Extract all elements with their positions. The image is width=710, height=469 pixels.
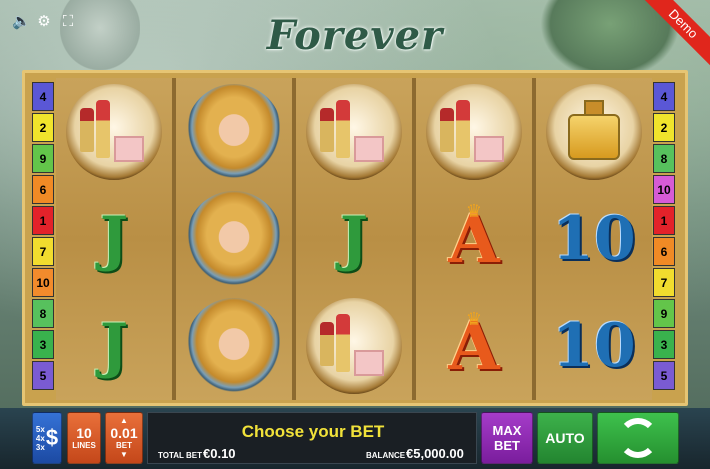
total-bet-label: TOTAL BET — [158, 451, 202, 460]
letter-symbol: J — [296, 185, 412, 292]
payline-number: 2 — [653, 113, 675, 142]
reel: J — [296, 78, 412, 400]
paytable-line: 3x — [35, 442, 45, 452]
payline-number: 8 — [32, 299, 54, 328]
letter-symbol: J — [56, 185, 172, 292]
perfume-symbol — [536, 78, 652, 185]
payline-number: 6 — [32, 175, 54, 204]
payline-number: 2 — [32, 113, 54, 142]
auto-label: AUTO — [545, 430, 585, 446]
payline-number: 6 — [653, 237, 675, 266]
paytable-line: 5x — [35, 424, 45, 434]
symbol-label: 10 — [552, 311, 636, 382]
lines-label: LINES — [72, 441, 96, 450]
reel: ♛ A ♛ A — [416, 78, 532, 400]
speaker-icon[interactable]: 🔈 — [12, 14, 31, 30]
background-statue — [60, 0, 140, 70]
payline-number: 1 — [653, 206, 675, 235]
lipstick-icon — [66, 83, 162, 180]
payline-number: 7 — [32, 237, 54, 266]
lines-button[interactable]: 10 LINES — [67, 412, 101, 464]
payline-number: 9 — [32, 144, 54, 173]
reel-grid: J J J ♛ A ♛ A 10 10 — [56, 78, 652, 400]
symbol-label: J — [339, 203, 369, 274]
gear-icon[interactable]: ⚙ — [36, 14, 52, 30]
woman-portrait-icon — [186, 83, 282, 180]
payline-number: 8 — [653, 144, 675, 173]
payline-number: 3 — [32, 330, 54, 359]
arrow-up-icon[interactable]: ▲ — [120, 417, 128, 425]
payline-number: 5 — [653, 361, 675, 390]
lines-value: 10 — [76, 425, 92, 441]
letter-symbol: 10 — [536, 185, 652, 292]
bet-button[interactable]: ▲ 0.01 BET ▼ — [105, 412, 143, 464]
max-bet-button[interactable]: MAX BET — [481, 412, 533, 464]
paylines-left: 4 2 9 6 1 7 10 8 3 5 — [32, 82, 54, 390]
payline-number: 7 — [653, 268, 675, 297]
lipstick-symbol — [56, 78, 172, 185]
lipstick-symbol — [416, 78, 532, 185]
woman-portrait-icon — [186, 190, 282, 287]
payline-number: 9 — [653, 299, 675, 328]
lipstick-symbol — [296, 293, 412, 400]
balance-value: €5,000.00 — [406, 446, 464, 461]
symbol-label: J — [99, 203, 129, 274]
crown-icon: ♛ — [465, 201, 483, 222]
reel — [176, 78, 292, 400]
symbol-label: 10 — [552, 203, 636, 274]
game-title: Forever Diamonds — [239, 12, 470, 115]
spin-button[interactable] — [597, 412, 679, 464]
payline-number: 1 — [32, 206, 54, 235]
max-bet-label-1: MAX — [492, 423, 522, 438]
payline-number: 4 — [32, 82, 54, 111]
letter-symbol: J — [56, 293, 172, 400]
letter-symbol: ♛ A — [416, 185, 532, 292]
arrow-down-icon[interactable]: ▼ — [120, 451, 128, 459]
payline-number: 10 — [32, 268, 54, 297]
total-bet-value: €0.10 — [203, 446, 236, 461]
payline-number: 4 — [653, 82, 675, 111]
lipstick-icon — [306, 298, 402, 395]
spin-arrows-icon — [618, 418, 658, 458]
letter-symbol: ♛ A — [416, 293, 532, 400]
payline-number: 5 — [32, 361, 54, 390]
portrait-symbol — [176, 185, 292, 292]
crown-icon: ♛ — [465, 308, 483, 329]
paylines-right: 4 2 8 10 1 6 7 9 3 5 — [653, 82, 675, 390]
info-panel: Choose your BET TOTAL BET €0.10 BALANCE … — [147, 412, 477, 464]
bet-value: 0.01 — [110, 425, 138, 441]
woman-portrait-icon — [186, 298, 282, 395]
portrait-symbol — [176, 78, 292, 185]
portrait-symbol — [176, 293, 292, 400]
fullscreen-icon[interactable]: ⛶ — [60, 14, 76, 30]
dollar-icon: $ — [45, 425, 59, 450]
letter-symbol: 10 — [536, 293, 652, 400]
lipstick-icon — [306, 83, 402, 180]
symbol-label: J — [99, 311, 129, 382]
paytable-button[interactable]: 5x 4x 3x $ — [32, 412, 62, 464]
payline-number: 10 — [653, 175, 675, 204]
lipstick-icon — [426, 83, 522, 180]
payline-number: 3 — [653, 330, 675, 359]
lipstick-symbol — [296, 78, 412, 185]
balance-label: BALANCE — [366, 451, 406, 460]
reel: 10 10 — [536, 78, 652, 400]
top-toolbar: 🔈 ⚙ ⛶ — [12, 14, 76, 30]
perfume-icon — [546, 83, 642, 180]
reel: JJ — [56, 78, 172, 400]
auto-button[interactable]: AUTO — [537, 412, 593, 464]
status-message: Choose your BET — [241, 422, 385, 441]
paytable-line: 4x — [35, 433, 45, 443]
max-bet-label-2: BET — [494, 438, 520, 453]
